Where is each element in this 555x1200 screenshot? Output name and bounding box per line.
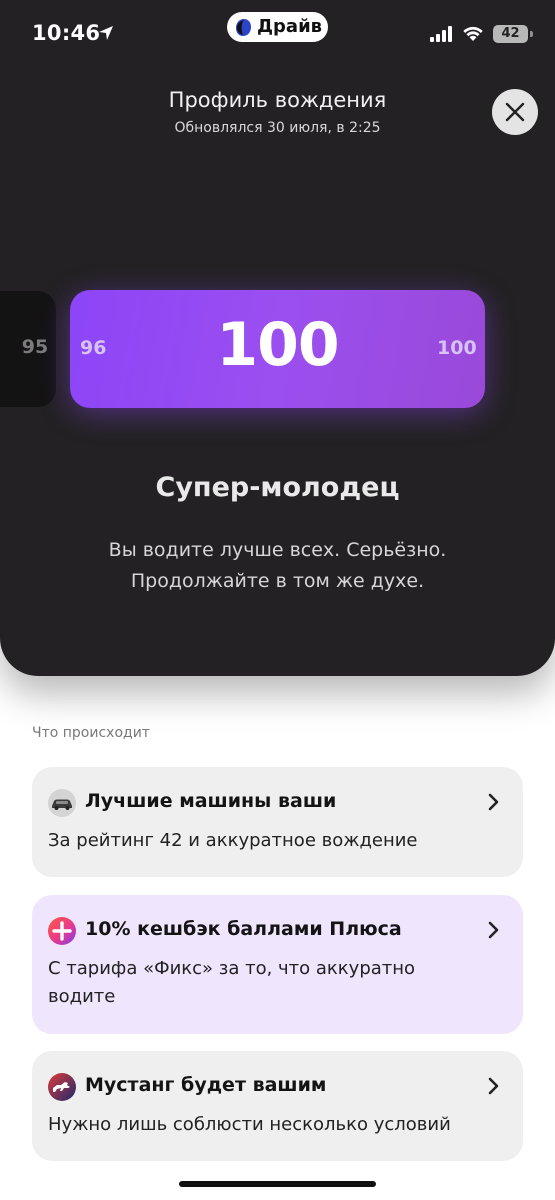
card-mustang[interactable]: Мустанг будет вашим Нужно лишь соблюсти … — [32, 1051, 523, 1161]
app-pill-label: Драйв — [257, 16, 323, 37]
battery-icon: 42 — [493, 25, 528, 43]
card-title: 10% кешбэк баллами Плюса — [85, 918, 402, 940]
car-icon — [48, 789, 76, 817]
chevron-right-icon — [488, 793, 499, 811]
close-icon — [505, 102, 525, 122]
plus-cashback-icon — [48, 917, 76, 945]
card-best-cars[interactable]: Лучшие машины ваши За рейтинг 42 и аккур… — [32, 767, 523, 877]
chevron-right-icon — [488, 1077, 499, 1095]
score-range-max: 100 — [437, 337, 477, 359]
current-score-card[interactable]: 96 100 100 — [70, 290, 485, 408]
score-value: 100 — [216, 310, 339, 380]
app-pill[interactable]: Драйв — [227, 12, 328, 42]
card-title: Мустанг будет вашим — [85, 1074, 327, 1096]
battery-level: 42 — [501, 26, 520, 41]
drive-logo-icon — [236, 19, 251, 36]
card-title: Лучшие машины ваши — [85, 790, 337, 812]
chevron-right-icon — [488, 921, 499, 939]
previous-score-value: 95 — [21, 336, 49, 358]
signal-icon — [430, 26, 452, 42]
section-label: Что происходит — [32, 725, 150, 741]
mustang-icon — [48, 1073, 76, 1101]
card-text: Нужно лишь соблюсти несколько условий — [48, 1114, 451, 1135]
card-text: С тарифа «Фикс» за то, что аккуратно вод… — [48, 958, 416, 1007]
updated-subtitle: Обновлялся 30 июля, в 2:25 — [174, 120, 381, 136]
driving-profile-panel: 10:46 Драйв 42 Профиль вождения Обновлял… — [0, 0, 555, 676]
wifi-icon — [463, 26, 483, 41]
home-indicator[interactable] — [179, 1181, 376, 1187]
rating-description: Вы водите лучше всех. Серьёзно. Продолжа… — [108, 539, 447, 592]
status-time: 10:46 — [32, 21, 101, 45]
battery-tip — [530, 31, 533, 37]
card-text: За рейтинг 42 и аккуратное вождение — [48, 830, 418, 851]
rating-title: Супер-молодец — [155, 472, 400, 503]
location-arrow-icon — [99, 26, 113, 40]
page-title: Профиль вождения — [168, 88, 387, 112]
close-button[interactable] — [492, 89, 538, 135]
card-plus-cashback[interactable]: 10% кешбэк баллами Плюса С тарифа «Фикс»… — [32, 895, 523, 1034]
